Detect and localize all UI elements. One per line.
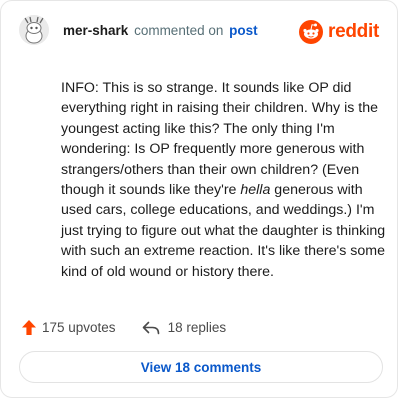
- upvote-count: 175 upvotes: [42, 320, 116, 335]
- comment-card: mer-shark commented on post reddit INFO:…: [0, 0, 398, 398]
- upvote-arrow-icon: [22, 320, 36, 335]
- reply-stat[interactable]: 18 replies: [142, 320, 227, 335]
- comment-header: mer-shark commented on post: [19, 15, 258, 45]
- user-avatar[interactable]: [19, 15, 49, 45]
- brand-logo[interactable]: reddit: [299, 20, 379, 44]
- comment-body-emphasis: hella: [240, 182, 271, 199]
- comment-body-part-1: INFO: This is so strange. It sounds like…: [61, 80, 378, 199]
- view-comments-button[interactable]: View 18 comments: [19, 351, 383, 383]
- comment-stats: 175 upvotes 18 replies: [21, 319, 226, 336]
- reply-count: 18 replies: [167, 320, 227, 335]
- comment-meta: mer-shark commented on post: [63, 23, 258, 38]
- reply-arrow-icon: [142, 321, 159, 334]
- action-text: commented on: [134, 22, 224, 38]
- brand-name: reddit: [328, 21, 379, 42]
- post-link[interactable]: post: [229, 23, 258, 38]
- reddit-logo-icon: [299, 20, 324, 44]
- upvote-stat[interactable]: 175 upvotes: [21, 319, 116, 336]
- username[interactable]: mer-shark: [63, 23, 128, 38]
- comment-body: INFO: This is so strange. It sounds like…: [61, 78, 391, 282]
- snoo-avatar-icon: [19, 15, 49, 45]
